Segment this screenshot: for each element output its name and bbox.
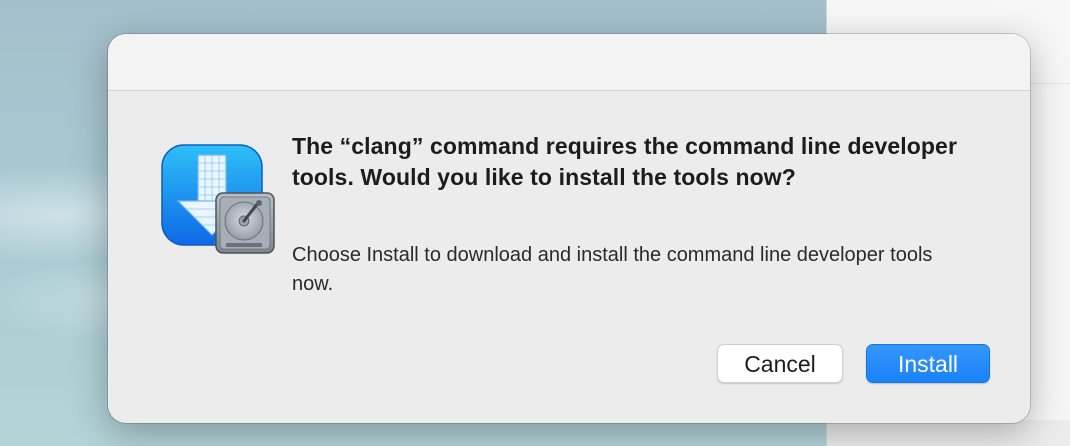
install-button[interactable]: Install [866,344,990,383]
install-developer-tools-icon [161,144,275,254]
background-window-footer [827,420,1070,446]
cancel-button[interactable]: Cancel [717,344,843,383]
dialog-headline: The “clang” command requires the command… [292,133,957,190]
install-tools-dialog: The “clang” command requires the command… [108,34,1030,423]
dialog-message: Choose Install to download and install t… [292,244,933,295]
dialog-titlebar [108,34,1030,91]
